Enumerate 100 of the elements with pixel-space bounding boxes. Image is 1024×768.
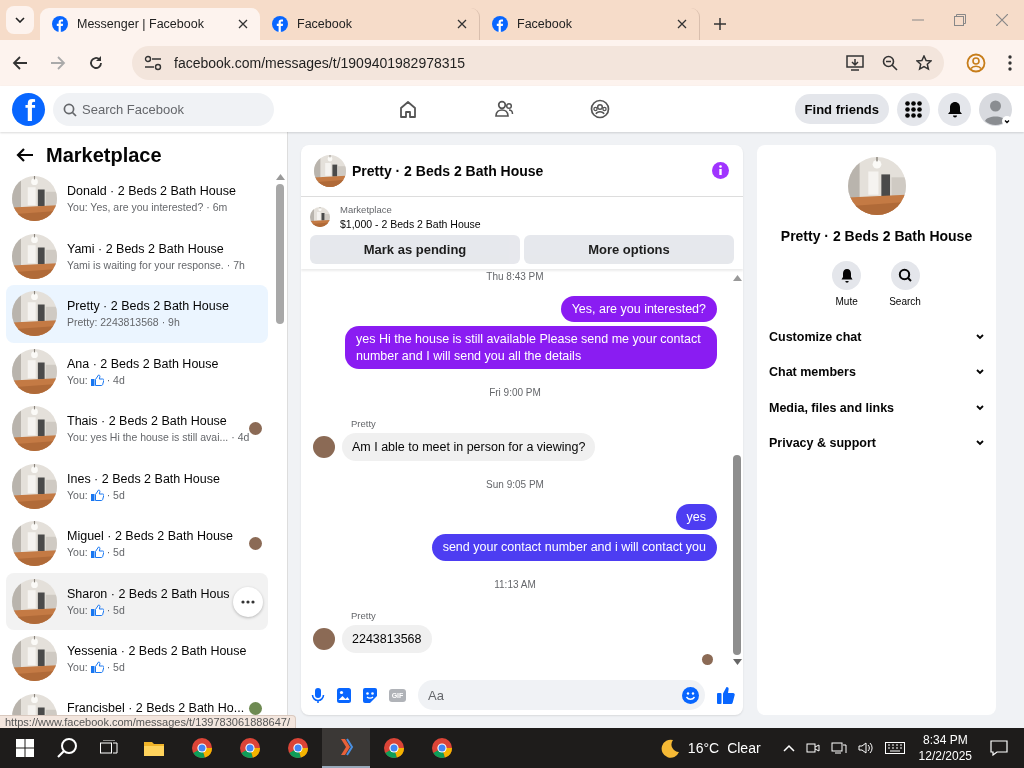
- avatar: [702, 654, 713, 665]
- conversation-name: Donald · 2 Beds 2 Bath House: [67, 184, 236, 199]
- conversation-item[interactable]: Sharon · 2 Beds 2 Bath Hous You: · 5d: [6, 572, 268, 630]
- scrollbar-thumb[interactable]: [276, 184, 284, 324]
- section-header[interactable]: Customize chat: [769, 319, 984, 355]
- browser-icon[interactable]: [287, 737, 309, 759]
- conversation-item[interactable]: Donald · 2 Beds 2 Bath House You: Yes, are you interested? · 6m: [6, 170, 268, 228]
- clock[interactable]: 8:34 PM 12/2/2025: [918, 731, 972, 765]
- bell-icon: [839, 268, 854, 283]
- conversation-name: Yami · 2 Beds 2 Bath House: [67, 241, 224, 256]
- apps-menu-button[interactable]: [897, 92, 930, 126]
- browser-tab[interactable]: Messenger | Facebook: [40, 8, 260, 40]
- image-icon[interactable]: [337, 687, 351, 703]
- address-bar[interactable]: facebook.com/messages/t/1909401982978315: [132, 46, 944, 80]
- scroll-up-icon[interactable]: [275, 174, 285, 180]
- sticker-icon[interactable]: [363, 687, 377, 703]
- grid-icon: [905, 100, 922, 118]
- message-time: · 5d: [106, 546, 125, 559]
- scrollbar-thumb[interactable]: [733, 455, 741, 655]
- browser-icon[interactable]: [383, 737, 405, 759]
- listing-label: Marketplace: [340, 204, 393, 215]
- mute-button[interactable]: [832, 261, 862, 290]
- zoom-icon[interactable]: [882, 55, 898, 71]
- conversation-item[interactable]: Pretty · 2 Beds 2 Bath House Pretty: 2243813568 · 9h: [6, 285, 268, 343]
- section-header[interactable]: Privacy & support: [769, 425, 984, 461]
- section-header[interactable]: Chat members: [769, 354, 984, 390]
- conversation-title: Pretty · 2 Beds 2 Bath House: [352, 162, 545, 179]
- site-info-icon[interactable]: [144, 55, 162, 71]
- action-label: Mute: [835, 296, 858, 307]
- close-icon[interactable]: [238, 19, 248, 29]
- action-button[interactable]: Mark as pending: [310, 235, 520, 264]
- message-time: · 4d: [231, 431, 250, 444]
- scroll-down-icon[interactable]: [732, 659, 742, 665]
- message-preview: Yami is waiting for your response.: [67, 258, 224, 271]
- browser-icon[interactable]: [191, 737, 213, 759]
- bell-icon: [946, 100, 963, 118]
- install-icon[interactable]: [846, 55, 864, 71]
- home-icon[interactable]: [398, 99, 418, 119]
- menu-icon[interactable]: [1008, 55, 1012, 71]
- timestamp: Thu 8:43 PM: [486, 271, 544, 282]
- new-tab-icon[interactable]: [714, 18, 726, 30]
- close-icon[interactable]: [457, 19, 467, 29]
- received-message: Am I able to meet in person for a viewing?: [342, 432, 596, 461]
- message-time: · 6m: [206, 201, 228, 214]
- emoji-icon[interactable]: [682, 686, 699, 704]
- message-field[interactable]: Aa: [418, 680, 705, 710]
- meet-icon[interactable]: [805, 741, 820, 755]
- conversation-item[interactable]: Miguel · 2 Beds 2 Bath House You: · 5d: [6, 515, 268, 573]
- section-header[interactable]: Media, files and links: [769, 390, 984, 426]
- listing-title: $1,000 - 2 Beds 2 Bath House: [340, 218, 481, 230]
- close-icon[interactable]: [677, 19, 687, 29]
- logo-icon: [492, 16, 508, 32]
- weather-condition: Clear: [727, 740, 761, 756]
- search-button[interactable]: [890, 261, 920, 290]
- browser-icon[interactable]: [431, 737, 453, 759]
- conversation-name: Yessenia · 2 Beds 2 Bath House: [67, 644, 247, 659]
- conversation-item[interactable]: Yami · 2 Beds 2 Bath House Yami is waiting for your response. · 7h: [6, 227, 268, 285]
- chevron-up-icon[interactable]: [782, 744, 795, 752]
- scroll-up-icon[interactable]: [732, 275, 742, 281]
- browser-icon[interactable]: [239, 737, 261, 759]
- sent-message: Yes, are you interested?: [560, 296, 717, 323]
- timestamp: Sun 9:05 PM: [486, 479, 544, 490]
- back-icon[interactable]: [12, 55, 28, 71]
- logo-icon: [52, 16, 68, 32]
- message-preview: You:: [67, 603, 88, 616]
- reload-icon[interactable]: [88, 55, 104, 71]
- find-friends-button[interactable]: Find friends: [794, 94, 889, 124]
- mic-icon[interactable]: [311, 687, 325, 703]
- restore-icon[interactable]: [954, 14, 966, 26]
- chevron-down-icon: [15, 17, 25, 23]
- avatar: [313, 627, 335, 650]
- task-view-icon[interactable]: [100, 740, 118, 756]
- groups-icon[interactable]: [590, 99, 610, 119]
- notifications-button[interactable]: [938, 92, 971, 126]
- back-arrow-icon[interactable]: [16, 147, 34, 163]
- conversation-item[interactable]: Yessenia · 2 Beds 2 Bath House You: · 5d: [6, 630, 268, 688]
- tab-list-button[interactable]: [6, 6, 34, 34]
- conversation-name: Pretty · 2 Beds 2 Bath House: [67, 299, 229, 314]
- start-icon[interactable]: [16, 739, 34, 757]
- profile-icon[interactable]: [966, 53, 986, 73]
- friends-icon[interactable]: [494, 99, 514, 119]
- network-icon[interactable]: [830, 741, 847, 755]
- notifications-icon[interactable]: [990, 740, 1008, 756]
- conversation-item[interactable]: Thais · 2 Beds 2 Bath House You: yes Hi the house is still avai... · 4d: [6, 400, 268, 458]
- logo-icon: [272, 16, 288, 32]
- logo[interactable]: f: [12, 92, 45, 126]
- info-icon[interactable]: [712, 162, 729, 179]
- message-preview: You: Yes, are you interested?: [67, 201, 204, 214]
- star-icon[interactable]: [916, 55, 932, 71]
- keyboard-icon[interactable]: [884, 742, 905, 754]
- action-button[interactable]: More options: [524, 235, 734, 264]
- search-field[interactable]: Search Facebook: [53, 92, 274, 126]
- sent-message: send your contact number and i will contact you: [431, 534, 717, 561]
- thumbs-up-icon[interactable]: [717, 686, 735, 704]
- profile-avatar[interactable]: [979, 92, 1012, 126]
- search-icon[interactable]: [56, 737, 78, 759]
- conversation-item[interactable]: Ana · 2 Beds 2 Bath House You: · 4d: [6, 342, 268, 400]
- volume-icon[interactable]: [857, 741, 874, 755]
- message-preview: You:: [67, 488, 88, 501]
- conversation-item[interactable]: Ines · 2 Beds 2 Bath House You: · 5d: [6, 457, 268, 515]
